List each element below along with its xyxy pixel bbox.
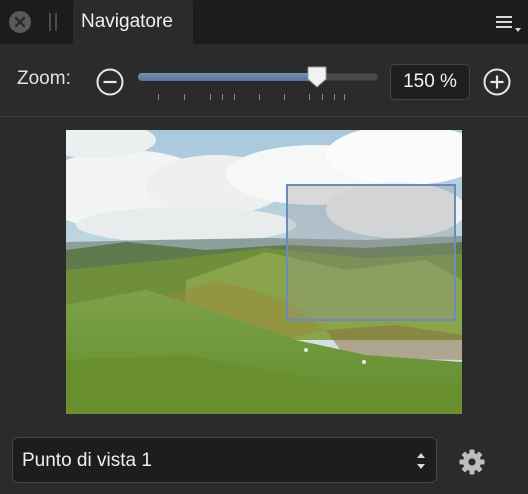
zoom-tick [184,94,185,100]
viewpoint-select[interactable]: Punto di vista 1 [12,437,437,483]
close-button[interactable] [9,11,31,33]
drag-grip-icon[interactable] [49,13,58,31]
document-preview[interactable] [66,130,462,414]
gear-icon[interactable] [458,448,486,476]
zoom-tick [334,94,335,100]
hamburger-menu-icon[interactable] [494,14,524,34]
zoom-tick [210,94,211,100]
tab-navigator[interactable]: Navigatore [73,0,193,44]
viewport-rectangle[interactable] [286,184,456,321]
zoom-tick [158,94,159,100]
zoom-tick [344,94,345,100]
zoom-tick [259,94,260,100]
viewpoint-select-value: Punto di vista 1 [22,450,152,471]
zoom-tick [284,94,285,100]
zoom-slider[interactable] [138,64,378,104]
zoom-tick [234,94,235,100]
zoom-value-field[interactable]: 150 % [390,64,470,100]
zoom-out-icon[interactable] [95,67,125,97]
zoom-row: Zoom: 150 % [0,44,528,116]
zoom-label: Zoom: [17,68,71,89]
zoom-slider-thumb[interactable] [307,66,327,88]
zoom-slider-fill [138,73,317,81]
zoom-tick [322,94,323,100]
chevron-updown-icon [417,453,425,469]
tab-title: Navigatore [81,11,173,32]
zoom-tick [309,94,310,100]
panel-divider [0,116,528,117]
close-icon [14,16,26,28]
zoom-tick [222,94,223,100]
panel-titlebar: Navigatore [0,0,528,44]
zoom-in-icon[interactable] [482,67,512,97]
